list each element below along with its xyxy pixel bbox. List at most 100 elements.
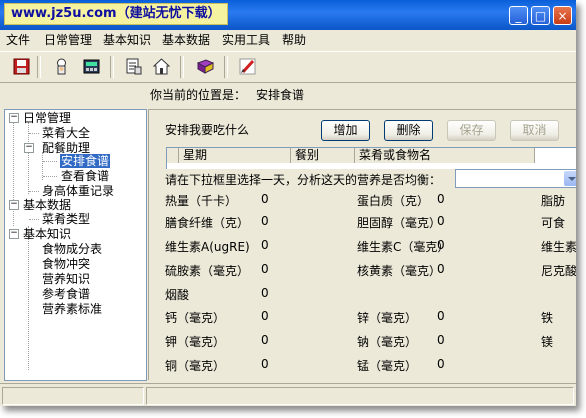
edit-pencil-icon[interactable] bbox=[236, 55, 258, 77]
nutrient-label: 锌（毫克） bbox=[357, 311, 418, 325]
nutrient-label: 核黄素（毫克） bbox=[357, 264, 442, 278]
tree-node-view-menu[interactable]: 查看食谱 bbox=[61, 169, 109, 183]
menu-bar: 文件 日常管理 基本知识 基本数据 实用工具 帮助 bbox=[0, 30, 576, 50]
close-button[interactable]: × bbox=[553, 6, 572, 25]
menu-data[interactable]: 基本数据 bbox=[162, 32, 210, 48]
nutrient-label: 钙（毫克） bbox=[165, 311, 226, 325]
app-window: www.jz5u.com（建站无忧下载） _ □ × 文件 日常管理 基本知识 … bbox=[0, 0, 576, 406]
menu-daily[interactable]: 日常管理 bbox=[44, 32, 92, 48]
menu-help[interactable]: 帮助 bbox=[282, 32, 306, 48]
nutrient-label: 胆固醇（毫克） bbox=[357, 216, 442, 230]
tree-collapse-toggle[interactable]: − bbox=[9, 229, 19, 239]
nutrient-value: 0 bbox=[261, 192, 269, 206]
tree-collapse-toggle[interactable]: − bbox=[9, 200, 19, 210]
status-bar bbox=[0, 383, 576, 406]
menu-file[interactable]: 文件 bbox=[6, 32, 30, 48]
nutrient-label: 镁 bbox=[541, 335, 554, 349]
nutrient-value: 0 bbox=[437, 262, 445, 276]
maximize-button[interactable]: □ bbox=[531, 6, 550, 25]
location-bar: 你当前的位置是： 安排食谱 bbox=[150, 86, 304, 103]
day-select[interactable] bbox=[455, 169, 576, 188]
nutrient-value: 0 bbox=[261, 286, 269, 300]
toolbar-separator bbox=[110, 56, 114, 78]
nutrient-label: 尼克酸 bbox=[541, 264, 576, 278]
book-icon[interactable] bbox=[194, 55, 216, 77]
save-button[interactable]: 保存 bbox=[447, 120, 496, 141]
status-cell bbox=[2, 387, 144, 405]
add-button[interactable]: 增加 bbox=[321, 120, 370, 141]
nutrient-value: 0 bbox=[437, 357, 445, 371]
nutrient-label: 脂肪 bbox=[541, 194, 566, 208]
tree-connector bbox=[43, 161, 57, 162]
toolbar bbox=[0, 51, 576, 83]
nutrient-label: 钾（毫克） bbox=[165, 335, 226, 349]
location-label: 你当前的位置是： bbox=[150, 88, 247, 102]
column-meal[interactable]: 餐别 bbox=[291, 148, 355, 163]
toolbar-separator bbox=[224, 56, 228, 78]
tree-node-meal-assistant[interactable]: 配餐助理 bbox=[42, 141, 90, 155]
toolbar-separator bbox=[180, 56, 184, 78]
nutrient-value: 0 bbox=[261, 333, 269, 347]
tree-node-arrange-menu[interactable]: 安排食谱 bbox=[58, 153, 112, 169]
tree-connector bbox=[29, 133, 39, 134]
report-icon[interactable] bbox=[122, 55, 144, 77]
delete-button[interactable]: 删除 bbox=[384, 120, 433, 141]
nutrient-label: 烟酸 bbox=[165, 288, 190, 302]
location-value: 安排食谱 bbox=[256, 88, 305, 102]
tree-node-reference-menu[interactable]: 参考食谱 bbox=[42, 287, 90, 301]
tree-node-body-records[interactable]: 身高体重记录 bbox=[42, 184, 114, 198]
nutrient-value: 0 bbox=[437, 238, 445, 252]
toolbar-separator bbox=[37, 56, 41, 78]
nutrient-value: 0 bbox=[261, 214, 269, 228]
menu-tools[interactable]: 实用工具 bbox=[222, 32, 270, 48]
nutrient-value: 0 bbox=[261, 357, 269, 371]
nutrient-label: 钠（毫克） bbox=[357, 335, 418, 349]
tree-node-nutrition-knowledge[interactable]: 营养知识 bbox=[42, 272, 90, 286]
nutrient-value: 0 bbox=[261, 238, 269, 252]
tree-node-food-ingredients[interactable]: 食物成分表 bbox=[42, 242, 102, 256]
minimize-button[interactable]: _ bbox=[509, 6, 528, 25]
tree-node-dish-types[interactable]: 菜肴类型 bbox=[42, 212, 90, 226]
column-weekday[interactable]: 星期 bbox=[179, 148, 291, 163]
tree-node-daily[interactable]: 日常管理 bbox=[23, 111, 71, 125]
tree-connector bbox=[29, 191, 39, 192]
nutrient-label: 锰（毫克） bbox=[357, 359, 418, 373]
panel-title: 安排我要吃什么 bbox=[165, 123, 250, 137]
nutrient-label: 维生素C（毫克） bbox=[357, 240, 450, 254]
nutrient-label: 维生素A(ugRE) bbox=[165, 240, 250, 254]
save-icon[interactable] bbox=[10, 55, 32, 77]
chevron-down-icon[interactable] bbox=[564, 171, 576, 186]
nutrient-value: 0 bbox=[261, 309, 269, 323]
menu-grid-header: 星期 餐别 菜肴或食物名 bbox=[166, 147, 576, 164]
home-icon[interactable] bbox=[150, 55, 172, 77]
nutrient-value: 0 bbox=[261, 262, 269, 276]
nutrient-value: 0 bbox=[437, 333, 445, 347]
tree-node-nutrition-standards[interactable]: 营养素标准 bbox=[42, 302, 102, 316]
tree-connector bbox=[13, 122, 14, 226]
tree-connector bbox=[28, 226, 29, 370]
nutrient-label: 热量（千卡） bbox=[165, 194, 238, 208]
grid-row-header bbox=[167, 148, 179, 163]
tree-collapse-toggle[interactable]: − bbox=[9, 113, 19, 123]
menu-knowledge[interactable]: 基本知识 bbox=[103, 32, 151, 48]
title-bar[interactable]: www.jz5u.com（建站无忧下载） _ □ × bbox=[0, 0, 576, 30]
nutrient-label: 蛋白质（克） bbox=[357, 194, 430, 208]
calculator-icon[interactable] bbox=[80, 55, 102, 77]
title-watermark: www.jz5u.com（建站无忧下载） bbox=[4, 3, 228, 25]
tree-collapse-toggle[interactable]: − bbox=[24, 143, 34, 153]
nutrient-label: 膳食纤维（克） bbox=[165, 216, 250, 230]
nutrient-value: 0 bbox=[437, 214, 445, 228]
tree-node-basic-knowledge[interactable]: 基本知识 bbox=[23, 227, 71, 241]
nutrient-label: 铁 bbox=[541, 311, 554, 325]
tree-connector bbox=[43, 176, 57, 177]
status-cell bbox=[146, 387, 574, 405]
tree-node-basic-data[interactable]: 基本数据 bbox=[23, 198, 71, 212]
chef-icon[interactable] bbox=[50, 55, 72, 77]
nutrient-label: 维生素 bbox=[541, 240, 576, 254]
nutrient-label: 硫胺素（毫克） bbox=[165, 264, 250, 278]
tree-node-food-conflicts[interactable]: 食物冲突 bbox=[42, 257, 90, 271]
nav-tree: − 日常管理 菜肴大全 − 配餐助理 安排食谱 查看食谱 身高体重记录 − 基本… bbox=[4, 109, 147, 381]
cancel-button[interactable]: 取消 bbox=[510, 120, 559, 141]
tree-node-dishes[interactable]: 菜肴大全 bbox=[42, 126, 90, 140]
column-food-name[interactable]: 菜肴或食物名 bbox=[355, 148, 535, 163]
